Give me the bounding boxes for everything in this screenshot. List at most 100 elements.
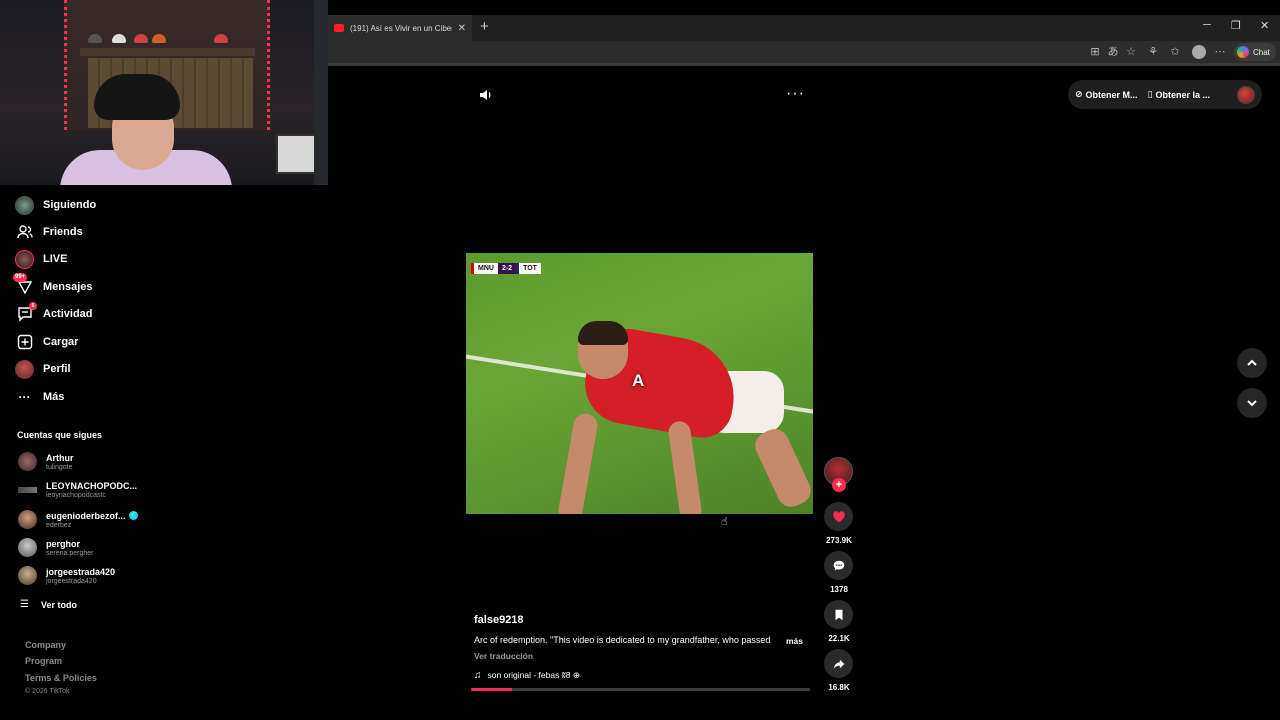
following-avatar-icon <box>15 195 34 215</box>
video-progress-fill <box>471 688 512 691</box>
account-item[interactable]: eugenioderbezof... ✓ ederbez <box>18 510 138 529</box>
close-window-button[interactable]: ✕ <box>1260 19 1269 32</box>
sidebar-item-friends[interactable]: Friends <box>15 221 83 243</box>
copyright: © 2026 TikTok <box>25 688 70 695</box>
browser-tab[interactable]: (191) Así es Vivir en un Cibercafé e ✕ <box>328 15 472 41</box>
share-count: 16.8K <box>828 683 850 692</box>
footer-link-program[interactable]: Program <box>25 656 62 666</box>
mouse-cursor-icon: ☝ <box>721 516 728 528</box>
user-avatar[interactable] <box>1237 85 1255 104</box>
get-app-label-1: Obtener M... <box>1085 89 1138 100</box>
account-item[interactable]: LEOYNACHOPODC... leoynachopodcastc <box>18 481 137 499</box>
profile-avatar[interactable] <box>1192 45 1206 59</box>
youtube-favicon-icon <box>334 24 344 32</box>
get-desktop-app-button[interactable]: ⊘ Obtener M... <box>1075 89 1138 100</box>
video-player[interactable]: MNU 2-2 TOT A <box>466 253 813 514</box>
maximize-button[interactable]: ❐ <box>1231 19 1241 32</box>
get-app-label-2: Obtener la ... <box>1155 89 1211 100</box>
translate-link[interactable]: Ver traducción <box>474 651 533 661</box>
sidebar-item-profile[interactable]: Perfil <box>15 358 71 380</box>
player-hair <box>578 321 628 345</box>
account-item[interactable]: Arthur tulingote <box>18 452 74 471</box>
webcam-edge <box>314 0 328 185</box>
activity-icon: 6 <box>15 301 37 324</box>
browser-toolbar: ⊞ あ ☆ ⚘ ✩ ⋯ Chat <box>328 41 1280 63</box>
copilot-chat-button[interactable]: Chat <box>1234 43 1276 61</box>
sidebar-item-activity[interactable]: 6 Actividad <box>15 301 93 325</box>
volume-icon[interactable] <box>478 87 494 103</box>
avatar <box>18 487 37 493</box>
footer-link-company[interactable]: Company <box>25 640 66 650</box>
sidebar-item-live[interactable]: LIVE <box>15 248 67 270</box>
avatar <box>18 566 37 585</box>
save-count: 22.1K <box>828 634 850 643</box>
more-link[interactable]: más <box>786 636 803 646</box>
previous-video-button[interactable] <box>1237 348 1267 378</box>
comment-count: 1378 <box>830 585 848 594</box>
favorites-icon[interactable]: ✩ <box>1168 45 1182 59</box>
toolbar-divider <box>328 63 1280 66</box>
live-avatar-icon <box>15 249 34 269</box>
sidebar-item-label: Más <box>43 391 65 403</box>
account-name: eugenioderbezof... <box>46 510 126 521</box>
extensions-icon[interactable]: ⚘ <box>1146 45 1160 59</box>
menu-dots-icon[interactable]: ⋯ <box>1213 45 1227 59</box>
sidebar-item-messages[interactable]: 99+ Mensajes <box>13 272 93 298</box>
music-info[interactable]: ♫ son original - febas ʬ8 ⊕ <box>474 670 580 681</box>
account-handle: tulingote <box>46 463 73 471</box>
desktop-app-icon: ⊘ <box>1075 89 1083 99</box>
webcam-overlay <box>0 0 328 185</box>
messages-badge: 99+ <box>13 272 28 282</box>
sidebar-item-label: Friends <box>43 226 83 238</box>
get-app-pill: ⊘ Obtener M... ▯ Obtener la ... <box>1068 80 1262 109</box>
account-name: LEOYNACHOPODC... <box>46 481 138 491</box>
more-dots-icon: ··· <box>18 390 31 404</box>
minimize-button[interactable]: ─ <box>1203 19 1211 31</box>
chat-label: Chat <box>1253 47 1270 57</box>
account-item[interactable]: jorgeestrada420 jorgeestrada420 <box>18 566 115 585</box>
favorite-star-icon[interactable]: ☆ <box>1124 45 1138 59</box>
share-icon <box>833 659 844 669</box>
new-tab-button[interactable]: + <box>480 18 489 35</box>
get-mobile-app-button[interactable]: ▯ Obtener la ... <box>1148 89 1210 100</box>
account-name: jorgeestrada420 <box>46 566 116 577</box>
see-all-button[interactable]: ☰ Ver todo <box>20 599 77 610</box>
webcam-cap <box>214 34 228 43</box>
next-video-button[interactable] <box>1237 388 1267 418</box>
follow-plus-icon[interactable]: + <box>832 478 846 492</box>
comment-button[interactable] <box>824 551 853 580</box>
sidebar-item-following[interactable]: Siguiendo <box>15 194 96 216</box>
more-options-icon[interactable]: ··· <box>786 86 805 102</box>
tab-close-icon[interactable]: ✕ <box>458 23 466 34</box>
save-button[interactable] <box>824 600 853 629</box>
post-author[interactable]: false9218 <box>474 614 524 626</box>
chevron-down-icon <box>1247 400 1257 407</box>
grid-icon[interactable]: ⊞ <box>1088 45 1102 59</box>
player-leg <box>750 424 813 512</box>
chevron-up-icon <box>1247 359 1257 366</box>
translate-icon[interactable]: あ <box>1106 45 1120 59</box>
like-count: 273.9K <box>826 536 852 545</box>
share-button[interactable] <box>824 649 853 678</box>
music-title: son original - febas ʬ8 ⊕ <box>487 670 581 680</box>
sidebar-item-label: Actividad <box>43 308 93 320</box>
sidebar-item-label: Cargar <box>43 336 79 348</box>
sidebar-item-label: Siguiendo <box>43 199 97 211</box>
sidebar-item-label: Mensajes <box>43 281 93 293</box>
webcam-shelf <box>80 48 255 56</box>
account-name: Arthur <box>46 452 74 463</box>
avatar <box>18 538 37 557</box>
account-name: perghor <box>46 538 81 549</box>
browser-tab-strip: (191) Así es Vivir en un Cibercafé e ✕ +… <box>328 15 1280 41</box>
match-score: 2-2 <box>497 263 517 274</box>
footer-link-terms[interactable]: Terms & Policies <box>25 673 97 683</box>
upload-icon <box>15 333 34 352</box>
sidebar-item-upload[interactable]: Cargar <box>15 331 78 353</box>
avatar <box>18 452 37 471</box>
video-progress-bar[interactable] <box>471 688 810 691</box>
sidebar-item-more[interactable]: ··· Más <box>15 386 65 408</box>
like-button[interactable] <box>824 502 853 531</box>
webcam-cap <box>112 34 126 43</box>
account-item[interactable]: perghor serena.pergher <box>18 538 93 557</box>
team-away: TOT <box>516 263 541 274</box>
